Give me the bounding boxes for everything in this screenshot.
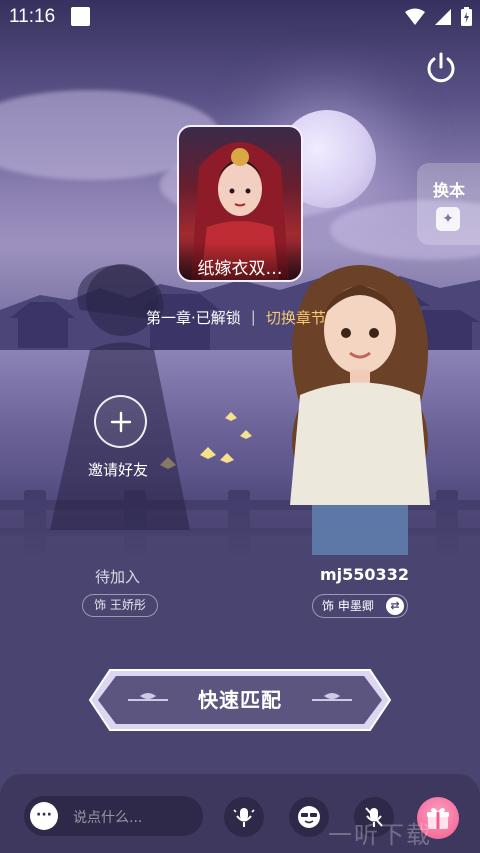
player-avatar-character <box>290 265 430 555</box>
change-book-button[interactable]: 换本 ✦ <box>417 163 480 245</box>
battery-icon <box>461 7 472 26</box>
status-bar: 11:16 <box>0 0 480 34</box>
chat-bubble-icon: ··· <box>30 802 58 830</box>
sunglasses-face-icon <box>298 806 320 828</box>
player-2-role-badge[interactable]: 饰 申墨卿 ⇄ <box>312 594 408 618</box>
wifi-icon <box>405 8 425 25</box>
book-cover[interactable]: 纸嫁衣双… <box>177 125 303 282</box>
chapter-divider: | <box>250 308 256 326</box>
mic-off-icon <box>365 807 383 827</box>
player-2-name: mj550332 <box>320 565 409 584</box>
empty-seat-silhouette <box>50 264 190 530</box>
chapter-row: 第一章·已解锁 | 切换章节 <box>146 305 326 329</box>
power-icon[interactable] <box>423 50 459 86</box>
quick-match-button[interactable]: 快速匹配 <box>88 668 392 732</box>
quick-match-label: 快速匹配 <box>198 688 282 712</box>
chat-placeholder: 说点什么... <box>73 810 143 826</box>
invite-friend-label: 邀请好友 <box>88 461 149 479</box>
emoji-button[interactable] <box>289 797 329 837</box>
voice-changer-button[interactable] <box>224 797 264 837</box>
invite-friend-button[interactable] <box>94 395 147 448</box>
chat-input[interactable]: ··· 说点什么... <box>24 796 203 836</box>
mute-mic-button[interactable] <box>354 797 394 837</box>
card-icon: ✦ <box>436 207 460 231</box>
cellular-signal-icon <box>435 8 451 25</box>
gift-icon <box>427 807 449 829</box>
gift-button[interactable] <box>417 797 459 839</box>
notification-icon <box>71 7 90 26</box>
player-1-role-badge: 饰 王娇彤 <box>82 594 158 617</box>
chapter-status: 第一章·已解锁 <box>146 308 241 327</box>
status-time: 11:16 <box>9 6 56 27</box>
book-title: 纸嫁衣双… <box>179 242 301 280</box>
change-book-label: 换本 <box>433 181 466 200</box>
status-icons <box>405 7 472 26</box>
player-2-role-label: 饰 申墨卿 <box>322 599 374 613</box>
swap-role-icon[interactable]: ⇄ <box>386 597 404 615</box>
microphone-effect-icon <box>233 808 255 827</box>
plus-icon <box>110 411 131 432</box>
player-1-name: 待加入 <box>95 568 141 586</box>
switch-chapter-link[interactable]: 切换章节 <box>266 307 326 328</box>
